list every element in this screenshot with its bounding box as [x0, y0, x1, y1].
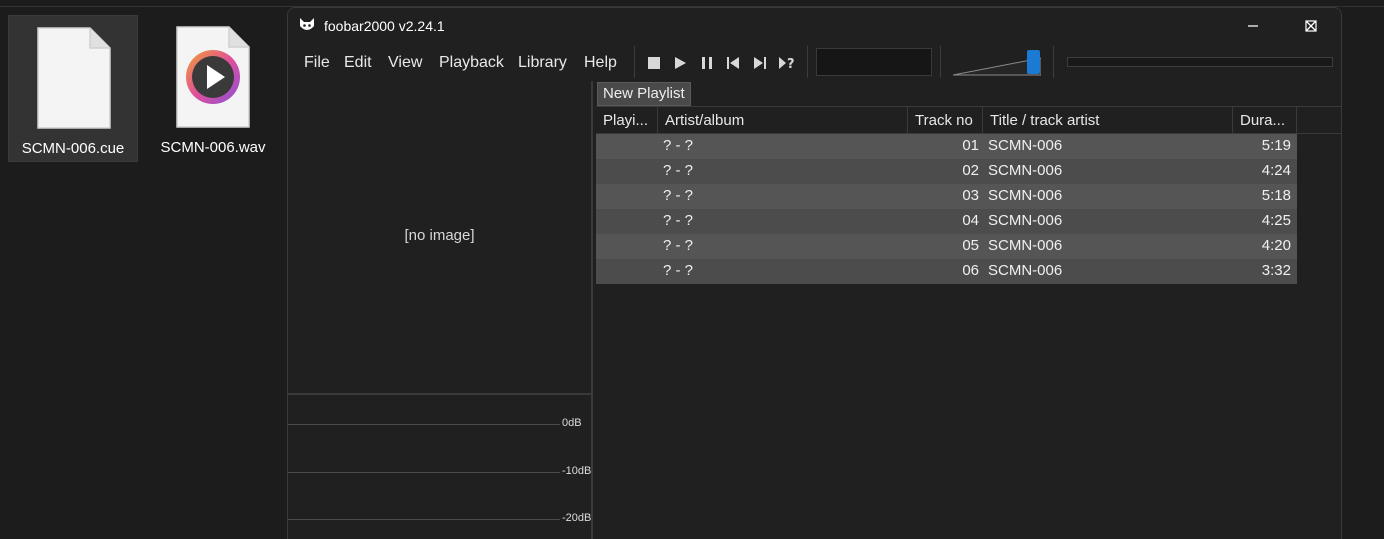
random-track-icon[interactable]: ?	[778, 54, 796, 72]
media-file-icon	[176, 26, 250, 128]
track-no-cell: 06	[962, 262, 979, 279]
volume-slider-thumb[interactable]	[1027, 50, 1040, 74]
desktop-file-cue[interactable]: SCMN-006.cue	[8, 15, 138, 162]
artist-album-cell: ? - ?	[663, 187, 694, 204]
foobar-window: foobar2000 v2.24.1 File Edit View Playba…	[287, 7, 1342, 539]
title-cell: SCMN-006	[988, 137, 1063, 154]
playlist-header: Playi... Artist/album Track no Title / t…	[596, 106, 1341, 134]
toolbar-separator	[940, 46, 941, 78]
column-playing[interactable]: Playi...	[596, 107, 658, 134]
track-no-cell: 02	[962, 162, 979, 179]
duration-cell: 5:19	[1261, 137, 1291, 154]
menu-help[interactable]: Help	[584, 54, 617, 72]
column-title[interactable]: Title / track artist	[983, 107, 1233, 134]
minimize-button[interactable]	[1224, 8, 1282, 44]
menu-file[interactable]: File	[304, 54, 330, 72]
vu-label-20db: -20dB	[562, 512, 592, 524]
menu-view[interactable]: View	[388, 54, 422, 72]
vu-label-10db: -10dB	[562, 465, 592, 477]
track-no-cell: 01	[962, 137, 979, 154]
title-cell: SCMN-006	[988, 162, 1063, 179]
menu-edit[interactable]: Edit	[344, 54, 372, 72]
artist-album-cell: ? - ?	[663, 212, 694, 229]
pause-icon[interactable]	[698, 54, 716, 72]
vu-gridline	[288, 519, 560, 520]
column-duration[interactable]: Dura...	[1233, 107, 1297, 134]
title-cell: SCMN-006	[988, 262, 1063, 279]
artist-album-cell: ? - ?	[663, 237, 694, 254]
desktop-file-wav[interactable]: SCMN-006.wav	[148, 15, 278, 162]
album-art-panel: [no image]	[288, 81, 593, 393]
vu-gridline	[288, 472, 560, 473]
duration-cell: 4:25	[1261, 212, 1291, 229]
vu-label-0db: 0dB	[562, 417, 582, 429]
track-no-cell: 05	[962, 237, 979, 254]
duration-cell: 4:20	[1261, 237, 1291, 254]
duration-cell: 4:24	[1261, 162, 1291, 179]
next-track-icon[interactable]	[751, 54, 769, 72]
toolbar-separator	[1053, 46, 1054, 78]
vu-gridline	[288, 424, 560, 425]
svg-text:?: ?	[787, 57, 795, 72]
toolbar-separator	[807, 46, 808, 78]
menu-library[interactable]: Library	[518, 54, 567, 72]
stop-icon[interactable]	[645, 54, 663, 72]
close-button[interactable]	[1282, 8, 1340, 44]
play-icon[interactable]	[671, 54, 689, 72]
foobar-logo-icon	[300, 18, 314, 30]
window-title: foobar2000 v2.24.1	[324, 18, 445, 34]
close-icon	[1305, 20, 1317, 32]
playback-order-box[interactable]	[816, 48, 932, 76]
document-icon	[37, 27, 111, 129]
title-bar[interactable]: foobar2000 v2.24.1	[288, 8, 1341, 44]
previous-track-icon[interactable]	[724, 54, 742, 72]
track-no-cell: 03	[962, 187, 979, 204]
tab-new-playlist[interactable]: New Playlist	[597, 82, 691, 106]
table-row[interactable]: ? - ? 06 SCMN-006 3:32	[596, 259, 1297, 284]
title-cell: SCMN-006	[988, 237, 1063, 254]
duration-cell: 5:18	[1261, 187, 1291, 204]
title-cell: SCMN-006	[988, 212, 1063, 229]
column-track-no[interactable]: Track no	[908, 107, 983, 134]
file-label: SCMN-006.wav	[160, 139, 266, 156]
table-row[interactable]: ? - ? 02 SCMN-006 4:24	[596, 159, 1297, 184]
artist-album-cell: ? - ?	[663, 162, 694, 179]
artist-album-cell: ? - ?	[663, 262, 694, 279]
menu-toolbar: File Edit View Playback Library Help ?	[288, 44, 1341, 84]
table-row[interactable]: ? - ? 01 SCMN-006 5:19	[596, 134, 1297, 159]
column-artist-album[interactable]: Artist/album	[658, 107, 908, 134]
toolbar-separator	[634, 46, 635, 78]
no-image-text: [no image]	[404, 227, 475, 244]
table-row[interactable]: ? - ? 05 SCMN-006 4:20	[596, 234, 1297, 259]
table-row[interactable]: ? - ? 03 SCMN-006 5:18	[596, 184, 1297, 209]
artist-album-cell: ? - ?	[663, 137, 694, 154]
menu-playback[interactable]: Playback	[439, 54, 504, 72]
duration-cell: 3:32	[1261, 262, 1291, 279]
track-no-cell: 04	[962, 212, 979, 229]
vu-meter-panel: 0dB -10dB -20dB	[288, 393, 593, 539]
title-cell: SCMN-006	[988, 187, 1063, 204]
file-label: SCMN-006.cue	[21, 140, 125, 157]
playlist-rows: ? - ? 01 SCMN-006 5:19 ? - ? 02 SCMN-006…	[596, 134, 1297, 284]
seek-bar[interactable]	[1067, 57, 1333, 67]
minimize-icon	[1248, 25, 1258, 27]
table-row[interactable]: ? - ? 04 SCMN-006 4:25	[596, 209, 1297, 234]
